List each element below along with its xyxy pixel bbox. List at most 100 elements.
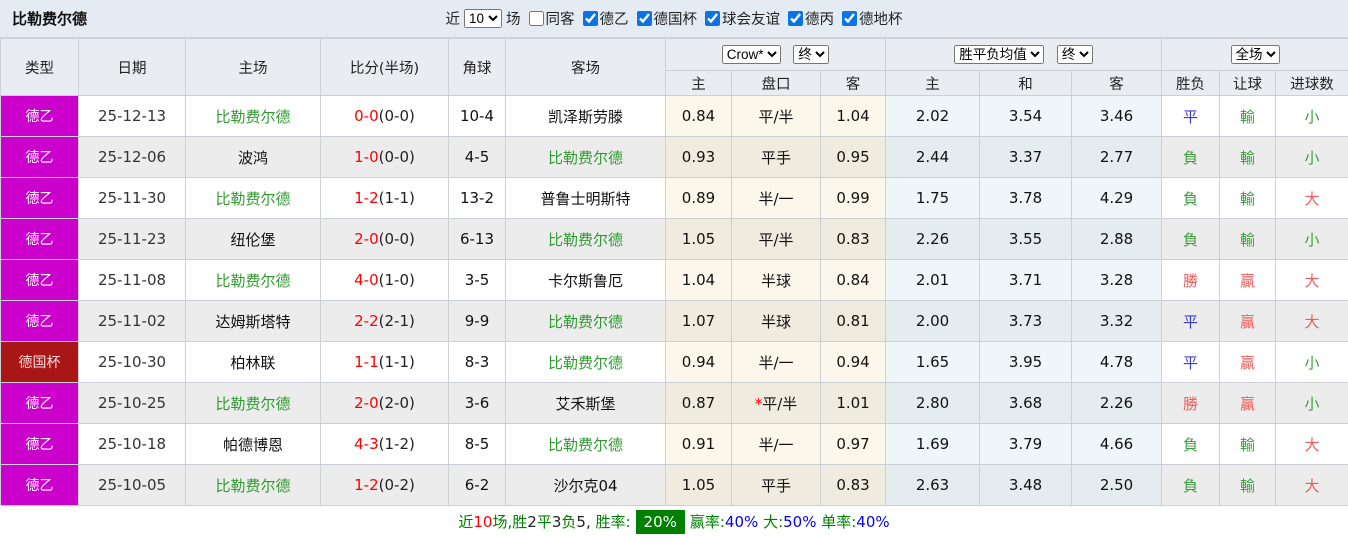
col-header-type: 类型 <box>0 38 79 96</box>
mean-odds-away: 4.29 <box>1071 177 1163 219</box>
match-date: 25-10-05 <box>78 464 186 506</box>
match-row: 德乙 25-11-23 纽伦堡 2-0(0-0) 6-13 比勒费尔德 1.05 平/半 0.8… <box>0 218 1348 260</box>
away-team: 比勒费尔德 <box>505 423 666 465</box>
handicap-odds-away: 1.04 <box>819 95 887 137</box>
mean-odds-home: 2.63 <box>885 464 981 506</box>
handicap-group-header: Crow* 终 <box>664 38 887 71</box>
away-team: 卡尔斯鲁厄 <box>505 259 666 301</box>
handicap-odds-home: 0.93 <box>665 136 732 178</box>
home-team: 柏林联 <box>185 341 321 383</box>
result-cell: 輸 <box>1219 218 1277 260</box>
summary-text: 胜率: <box>595 513 631 531</box>
league-filter-0[interactable]: 德乙 <box>582 8 629 29</box>
league-checkbox[interactable] <box>705 10 720 26</box>
mean-odds-group-header: 胜平负均值 终 <box>885 38 1163 71</box>
summary-text: 5 <box>576 512 586 531</box>
summary-text: 近 <box>458 513 474 531</box>
match-count-select[interactable]: 10 <box>464 9 502 28</box>
result-cell: 輸 <box>1219 136 1277 178</box>
match-row: 德乙 25-11-08 比勒费尔德 4-0(1-0) 3-5 卡尔斯鲁厄 1.04 半球 0.8… <box>0 259 1348 301</box>
home-team: 帕德博恩 <box>185 423 321 465</box>
games-label: 场 <box>506 12 521 28</box>
result-cell: 贏 <box>1219 382 1277 424</box>
mean-odds-home: 2.00 <box>885 300 981 342</box>
same-away-filter[interactable]: 同客 <box>528 8 575 29</box>
match-date: 25-11-08 <box>78 259 186 301</box>
league-checkbox[interactable] <box>636 10 652 26</box>
match-date: 25-11-02 <box>78 300 186 342</box>
handicap-line: 平/半 <box>731 218 821 260</box>
period-select[interactable]: 全场 <box>1230 45 1280 64</box>
league-filter-4[interactable]: 德地杯 <box>842 8 903 29</box>
summary-text: 50% <box>783 512 817 531</box>
handicap-line: 半/一 <box>731 177 821 219</box>
mean-odds-home: 1.65 <box>885 341 981 383</box>
match-date: 25-10-25 <box>78 382 186 424</box>
team-match-history-panel: 比勒费尔德 近 10 场 同客 德乙德国杯球会友谊德丙德地杯 类型 日期 <box>0 0 1348 545</box>
corner-count: 6-2 <box>448 464 506 506</box>
away-team: 凯泽斯劳滕 <box>505 95 666 137</box>
home-team: 比勒费尔德 <box>185 464 321 506</box>
match-row: 德乙 25-10-05 比勒费尔德 1-2(0-2) 6-2 沙尔克04 1.05 平手 0.8… <box>0 464 1348 506</box>
handicap-odds-home: 1.07 <box>665 300 732 342</box>
mean-odds-draw: 3.54 <box>979 95 1073 137</box>
handicap-odds-home: 1.04 <box>665 259 732 301</box>
result-cell: 負 <box>1161 177 1221 219</box>
mean-odds-select[interactable]: 胜平负均值 <box>954 45 1045 64</box>
competition-badge: 德国杯 <box>0 341 79 383</box>
handicap-time-select[interactable]: 终 <box>793 45 830 64</box>
league-filter-2[interactable]: 球会友谊 <box>705 8 780 29</box>
handicap-line: *平/半 <box>731 382 821 424</box>
handicap-odds-away: 0.97 <box>819 423 887 465</box>
result-cell: 輸 <box>1219 423 1277 465</box>
league-filter-3[interactable]: 德丙 <box>788 8 834 29</box>
bookmaker-select[interactable]: Crow* <box>721 45 781 64</box>
league-checkbox[interactable] <box>788 10 803 26</box>
handicap-odds-away: 0.81 <box>819 300 887 342</box>
summary-text: 40% <box>856 512 890 531</box>
corner-count: 8-3 <box>448 341 506 383</box>
handicap-odds-away: 0.84 <box>819 259 887 301</box>
result-cell: 贏 <box>1219 300 1277 342</box>
result-cell: 平 <box>1161 341 1221 383</box>
summary-bar: 近 10 场, 胜 2 平 3 负 5, 胜率: 20% 赢率: 40% 大: 50% 单率: 40% <box>0 506 1348 537</box>
score-cell: 2-0(2-0) <box>320 382 449 424</box>
handicap-odds-away: 0.83 <box>819 218 887 260</box>
handicap-line: 平手 <box>731 464 821 506</box>
mean-odds-draw: 3.48 <box>979 464 1073 506</box>
league-checkbox[interactable] <box>582 10 598 26</box>
competition-badge: 德乙 <box>0 136 79 178</box>
away-team: 比勒费尔德 <box>505 218 666 260</box>
mean-odds-away: 2.50 <box>1071 464 1163 506</box>
result-cell: 贏 <box>1219 341 1277 383</box>
corner-count: 3-5 <box>448 259 506 301</box>
match-date: 25-12-06 <box>78 136 186 178</box>
handicap-line: 半球 <box>731 300 821 342</box>
handicap-odds-away: 1.01 <box>819 382 887 424</box>
competition-badge: 德乙 <box>0 259 79 301</box>
summary-text: 平 <box>536 513 552 531</box>
match-date: 25-11-30 <box>78 177 186 219</box>
result-cell: 大 <box>1275 300 1348 342</box>
score-cell: 1-1(1-1) <box>320 341 449 383</box>
same-away-checkbox[interactable] <box>528 11 544 26</box>
league-filter-1[interactable]: 德国杯 <box>636 8 697 29</box>
match-date: 25-10-18 <box>78 423 186 465</box>
score-cell: 2-0(0-0) <box>320 218 449 260</box>
league-label: 德地杯 <box>859 11 903 28</box>
mean-time-select[interactable]: 终 <box>1056 45 1093 64</box>
result-cell: 大 <box>1275 464 1348 506</box>
competition-badge: 德乙 <box>0 382 79 424</box>
page-title: 比勒费尔德 <box>12 10 88 28</box>
subcol-mean-away: 客 <box>1071 70 1163 96</box>
handicap-odds-away: 0.94 <box>819 341 887 383</box>
score-cell: 1-2(0-2) <box>320 464 449 506</box>
mean-odds-draw: 3.95 <box>979 341 1073 383</box>
corner-count: 4-5 <box>448 136 506 178</box>
result-cell: 輸 <box>1219 95 1277 137</box>
home-team: 比勒费尔德 <box>185 95 321 137</box>
corner-count: 10-4 <box>448 95 506 137</box>
corner-count: 8-5 <box>448 423 506 465</box>
league-checkbox[interactable] <box>842 10 857 26</box>
mean-odds-home: 2.02 <box>885 95 981 137</box>
